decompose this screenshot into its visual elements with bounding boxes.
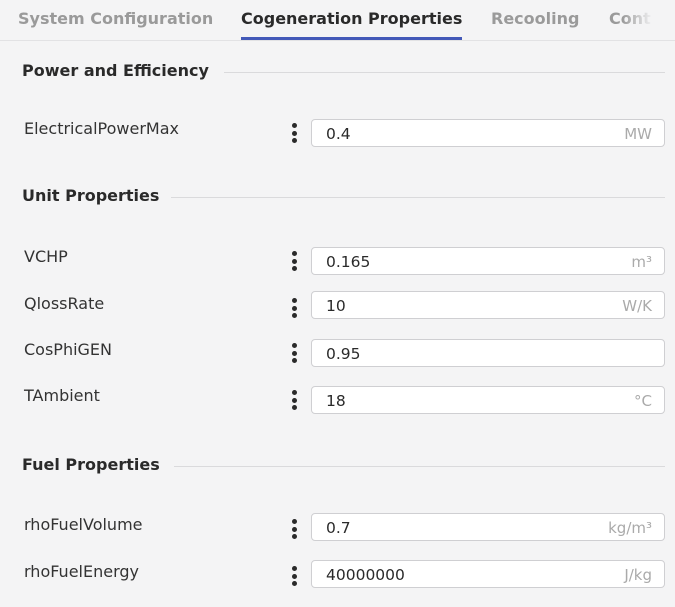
field-value: 10 [326,297,346,315]
kebab-menu-icon[interactable] [290,342,300,364]
kebab-menu-icon[interactable] [290,297,300,319]
field-label: rhoFuelEnergy [24,562,139,581]
field-unit: m³ [631,253,652,271]
kebab-menu-icon[interactable] [290,565,300,587]
kebab-menu-icon[interactable] [290,250,300,272]
field-value: 40000000 [326,566,405,584]
field-unit: MW [624,125,652,143]
field-unit: kg/m³ [608,519,652,537]
t-ambient-input[interactable]: 18 °C [311,386,665,414]
rho-fuel-energy-input[interactable]: 40000000 J/kg [311,560,665,588]
field-value: 0.165 [326,253,371,271]
section-divider [171,197,665,198]
kebab-menu-icon[interactable] [290,518,300,540]
field-label: VCHP [24,247,68,266]
kebab-menu-icon[interactable] [290,389,300,411]
field-value: 0.7 [326,519,351,537]
field-label: rhoFuelVolume [24,515,143,534]
tab-recooling[interactable]: Recooling [491,9,579,40]
tab-bar: System Configuration Cogeneration Proper… [0,0,675,41]
field-value: 0.95 [326,345,361,363]
kebab-menu-icon[interactable] [290,122,300,144]
section-divider [224,72,665,73]
field-value: 0.4 [326,125,351,143]
section-title-power-efficiency: Power and Efficiency [22,61,209,80]
rho-fuel-volume-input[interactable]: 0.7 kg/m³ [311,513,665,541]
qloss-rate-input[interactable]: 10 W/K [311,291,665,319]
section-title-fuel-properties: Fuel Properties [22,455,160,474]
section-divider [174,466,665,467]
vchp-input[interactable]: 0.165 m³ [311,247,665,275]
field-unit: W/K [622,297,652,315]
field-label: TAmbient [24,386,100,405]
field-label: CosPhiGEN [24,340,113,359]
electrical-power-max-input[interactable]: 0.4 MW [311,119,665,147]
tab-system-configuration[interactable]: System Configuration [18,9,213,40]
field-label: QlossRate [24,294,105,313]
field-value: 18 [326,392,346,410]
field-unit: °C [634,392,652,410]
cos-phi-gen-input[interactable]: 0.95 [311,339,665,367]
field-unit: J/kg [624,566,652,584]
tab-cont[interactable]: Cont [609,9,653,40]
field-label: ElectricalPowerMax [24,119,179,138]
section-title-unit-properties: Unit Properties [22,186,160,205]
tab-cogeneration-properties[interactable]: Cogeneration Properties [241,9,463,40]
